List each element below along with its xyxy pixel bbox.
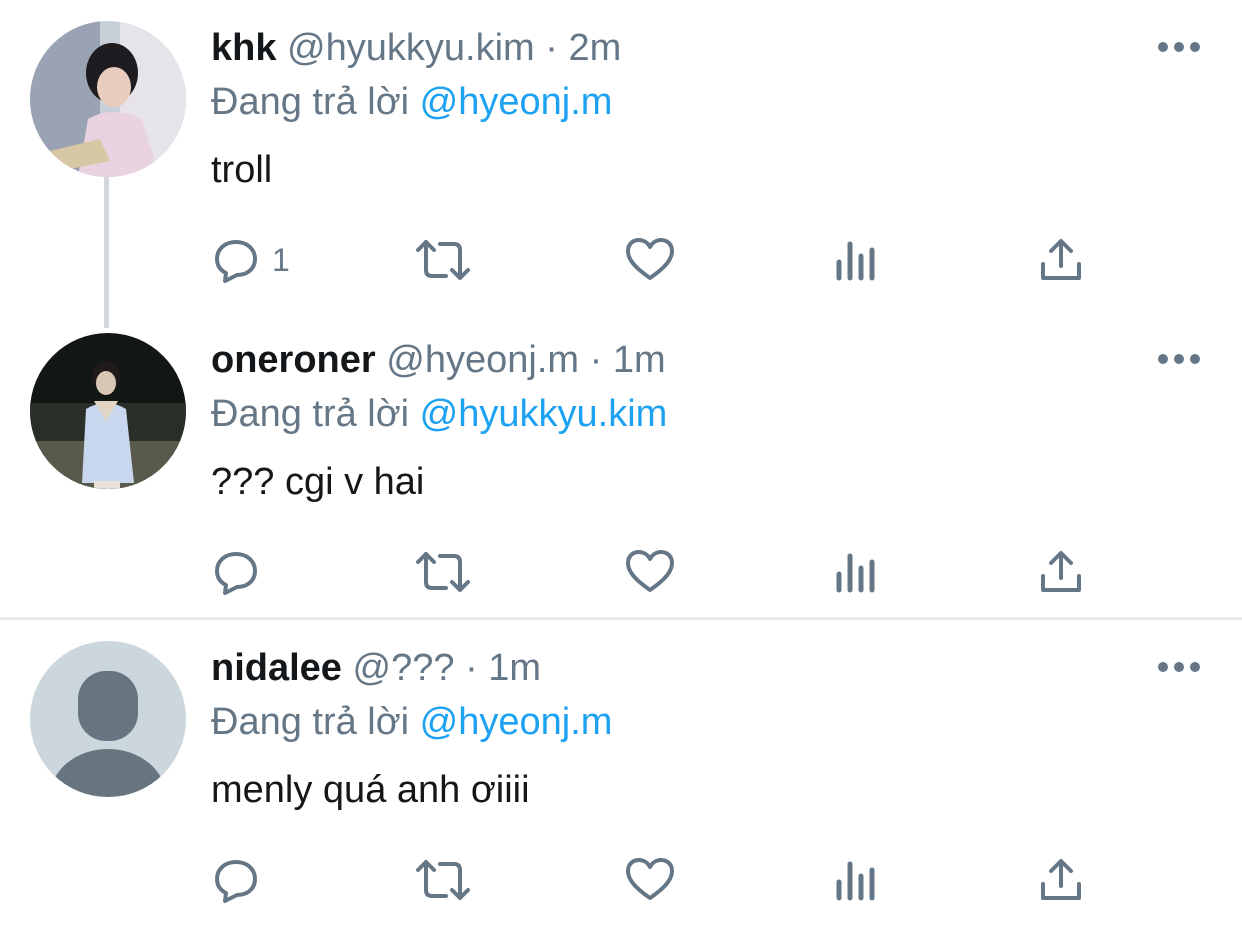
tweet-text: troll bbox=[211, 149, 273, 191]
timestamp[interactable]: 1m bbox=[613, 339, 666, 381]
replying-to: Đang trả lời @hyeonj.m bbox=[211, 700, 612, 744]
avatar[interactable] bbox=[30, 333, 186, 489]
retweet-button[interactable] bbox=[414, 548, 472, 596]
like-button[interactable] bbox=[625, 856, 675, 904]
user-handle[interactable]: @??? bbox=[353, 647, 455, 689]
reply-button[interactable]: 1 bbox=[212, 236, 290, 284]
user-handle[interactable]: @hyukkyu.kim bbox=[287, 27, 535, 69]
heart-icon bbox=[626, 550, 674, 592]
user-handle[interactable]: @hyeonj.m bbox=[386, 339, 579, 381]
more-dots-icon[interactable] bbox=[1158, 352, 1200, 366]
retweet-button[interactable] bbox=[414, 236, 472, 284]
reply-mention-link[interactable]: @hyeonj.m bbox=[420, 701, 613, 743]
retweet-icon bbox=[416, 240, 470, 280]
analytics-button[interactable] bbox=[834, 856, 878, 904]
analytics-icon bbox=[836, 861, 875, 901]
share-button[interactable] bbox=[1038, 236, 1084, 284]
speech-bubble-icon bbox=[215, 860, 257, 903]
separator-dot: · bbox=[465, 647, 478, 689]
analytics-icon bbox=[836, 553, 875, 593]
separator-dot: · bbox=[589, 339, 603, 381]
display-name[interactable]: khk bbox=[211, 27, 276, 69]
tweet-header: oneroner @hyeonj.m · 1m bbox=[211, 338, 666, 382]
share-icon bbox=[1041, 859, 1081, 900]
replying-prefix: Đang trả lời bbox=[211, 701, 410, 743]
speech-bubble-icon bbox=[215, 552, 257, 595]
replying-to: Đang trả lời @hyukkyu.kim bbox=[211, 392, 667, 436]
share-icon bbox=[1041, 239, 1081, 280]
analytics-button[interactable] bbox=[834, 236, 878, 284]
retweet-icon bbox=[416, 860, 470, 900]
tweet-nidalee[interactable]: nidalee @??? · 1m Đang trả lời @hyeonj.m… bbox=[0, 620, 1242, 926]
like-button[interactable] bbox=[625, 236, 675, 284]
more-dots-icon[interactable] bbox=[1158, 660, 1200, 674]
speech-bubble-icon bbox=[215, 240, 257, 283]
default-avatar[interactable] bbox=[30, 641, 186, 797]
tweet-header: nidalee @??? · 1m bbox=[211, 646, 541, 690]
reply-mention-link[interactable]: @hyukkyu.kim bbox=[420, 393, 668, 435]
display-name[interactable]: nidalee bbox=[211, 647, 342, 689]
share-icon bbox=[1041, 551, 1081, 592]
tweet-oneroner[interactable]: oneroner @hyeonj.m · 1m Đang trả lời @hy… bbox=[0, 312, 1242, 618]
timestamp[interactable]: 1m bbox=[488, 647, 541, 689]
retweet-button[interactable] bbox=[414, 856, 472, 904]
share-button[interactable] bbox=[1038, 548, 1084, 596]
reply-mention-link[interactable]: @hyeonj.m bbox=[420, 81, 613, 123]
display-name[interactable]: oneroner bbox=[211, 339, 376, 381]
reply-count: 1 bbox=[272, 241, 290, 278]
replying-prefix: Đang trả lời bbox=[211, 393, 410, 435]
tweet-khk[interactable]: khk @hyukkyu.kim · 2m Đang trả lời @hyeo… bbox=[0, 0, 1242, 312]
heart-icon bbox=[626, 858, 674, 900]
heart-icon bbox=[626, 238, 674, 280]
replying-to: Đang trả lời @hyeonj.m bbox=[211, 80, 612, 124]
tweet-header: khk @hyukkyu.kim · 2m bbox=[211, 26, 621, 70]
reply-button[interactable] bbox=[212, 856, 272, 904]
tweet-text: menly quá anh ơiiii bbox=[211, 769, 530, 811]
retweet-icon bbox=[416, 552, 470, 592]
reply-button[interactable] bbox=[212, 548, 272, 596]
tweet-text: ??? cgi v hai bbox=[211, 461, 425, 503]
analytics-icon bbox=[836, 241, 875, 281]
timestamp[interactable]: 2m bbox=[568, 27, 621, 69]
more-dots-icon[interactable] bbox=[1158, 40, 1200, 54]
analytics-button[interactable] bbox=[834, 548, 878, 596]
replying-prefix: Đang trả lời bbox=[211, 81, 410, 123]
share-button[interactable] bbox=[1038, 856, 1084, 904]
like-button[interactable] bbox=[625, 548, 675, 596]
avatar[interactable] bbox=[30, 21, 186, 177]
separator-dot: · bbox=[545, 27, 558, 69]
